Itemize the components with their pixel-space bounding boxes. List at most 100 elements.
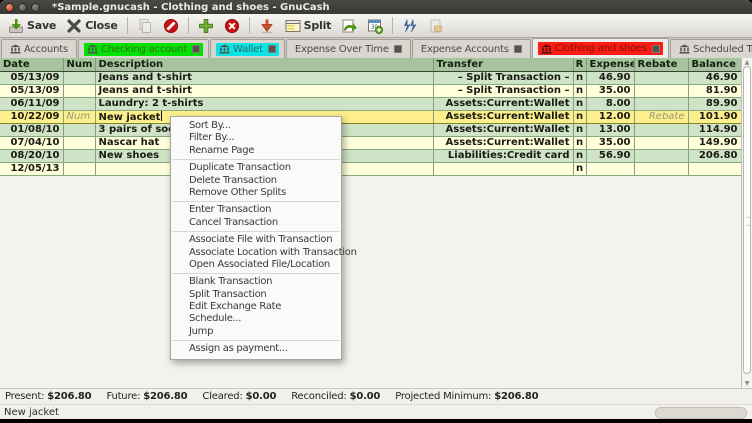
menu-item-associate-location[interactable]: Associate Location with Transaction [171, 247, 341, 259]
tab-label: Scheduled Transactions [693, 44, 752, 55]
vertical-scrollbar[interactable]: ▲ ▼ [741, 58, 752, 388]
tab-label: Wallet [233, 44, 263, 55]
menu-item-open-associated[interactable]: Open Associated File/Location [171, 259, 341, 271]
toolbar-separator [188, 17, 189, 34]
tab-close-icon[interactable] [652, 45, 660, 53]
menu-item-associate-file[interactable]: Associate File with Transaction [171, 234, 341, 246]
column-header-balance[interactable]: Balance [688, 58, 741, 71]
transaction-row[interactable]: 01/08/10 3 pairs of socks Assets:Current… [0, 123, 741, 136]
cancel-icon [163, 18, 179, 34]
column-header-num[interactable]: Num [63, 58, 95, 71]
bank-icon [10, 44, 21, 54]
menu-item-rename-page[interactable]: Rename Page [171, 145, 341, 157]
transfer-button[interactable] [337, 15, 361, 36]
schedule-icon: 30 [367, 18, 383, 34]
duplicate-icon [137, 18, 153, 34]
schedule-button[interactable]: 30 [363, 15, 387, 36]
toolbar: Save Close Split 30 [0, 14, 752, 38]
tab-close-icon[interactable] [268, 45, 276, 53]
summary-bar: Present: $206.80 Future: $206.80 Cleared… [0, 388, 752, 404]
transaction-row-selected[interactable]: 10/22/09 Num New jacket Assets:Current:W… [0, 110, 741, 123]
close-label: Close [85, 19, 117, 32]
window-close-button[interactable] [5, 3, 14, 12]
duplicate-transaction-button[interactable] [133, 15, 157, 36]
cancel-transaction-button[interactable] [159, 15, 183, 36]
register-header-row: Date Num Description Transfer R Expense … [0, 58, 741, 71]
num-field[interactable]: Num [63, 110, 95, 123]
tab-clothing-and-shoes[interactable]: Clothing and shoes [532, 38, 669, 58]
column-header-date[interactable]: Date [0, 58, 63, 71]
scrollbar-thumb[interactable] [743, 66, 751, 374]
assign-as-payment-button[interactable] [424, 15, 448, 36]
summary-present: Present: $206.80 [5, 391, 91, 402]
rebate-field[interactable]: Rebate [634, 110, 688, 123]
tab-label: Expense Over Time [295, 44, 389, 55]
menu-separator [172, 340, 340, 341]
jump-button[interactable] [398, 15, 422, 36]
split-button[interactable]: Split [281, 15, 336, 36]
menu-item-delete-transaction[interactable]: Delete Transaction [171, 175, 341, 187]
save-button[interactable]: Save [4, 15, 60, 36]
tab-bar: Accounts Checking account Wallet Expense… [0, 38, 752, 58]
close-register-button[interactable]: Close [62, 15, 121, 36]
menu-item-remove-other-splits[interactable]: Remove Other Splits [171, 187, 341, 199]
transaction-register: Date Num Description Transfer R Expense … [0, 58, 741, 176]
scroll-up-icon[interactable]: ▲ [742, 59, 752, 66]
transfer-icon [341, 18, 357, 34]
add-icon [198, 18, 214, 34]
column-header-transfer[interactable]: Transfer [433, 58, 573, 71]
transaction-row[interactable]: 05/13/09 Jeans and t-shirt – Split Trans… [0, 71, 741, 84]
transaction-row[interactable]: 05/13/09 Jeans and t-shirt – Split Trans… [0, 84, 741, 97]
toolbar-separator [249, 17, 250, 34]
menu-item-filter-by[interactable]: Filter By... [171, 132, 341, 144]
menu-item-edit-exchange-rate[interactable]: Edit Exchange Rate [171, 301, 341, 313]
tab-close-icon[interactable] [514, 45, 522, 53]
column-header-rebate[interactable]: Rebate [634, 58, 688, 71]
menu-item-jump[interactable]: Jump [171, 326, 341, 338]
delete-transaction-button[interactable] [220, 15, 244, 36]
menu-item-schedule[interactable]: Schedule... [171, 313, 341, 325]
transaction-row[interactable]: 06/11/09 Laundry: 2 t-shirts Assets:Curr… [0, 97, 741, 110]
bank-icon [219, 44, 230, 54]
tab-close-icon[interactable] [192, 45, 200, 53]
tab-scheduled-transactions[interactable]: Scheduled Transactions [670, 39, 752, 58]
tab-wallet[interactable]: Wallet [210, 39, 285, 58]
tab-accounts[interactable]: Accounts [1, 39, 77, 58]
delete-icon [224, 18, 240, 34]
menu-item-split-transaction[interactable]: Split Transaction [171, 289, 341, 301]
transaction-row[interactable]: 08/20/10 New shoes Liabilities:Credit ca… [0, 149, 741, 162]
tab-expense-over-time[interactable]: Expense Over Time [286, 39, 411, 58]
titlebar: *Sample.gnucash - Clothing and shoes - G… [0, 0, 752, 14]
transaction-row[interactable]: 07/04/10 Nascar hat Assets:Current:Walle… [0, 136, 741, 149]
enter-transaction-button[interactable] [194, 15, 218, 36]
save-label: Save [27, 19, 56, 32]
column-header-reconcile[interactable]: R [573, 58, 586, 71]
column-header-expense[interactable]: Expense [586, 58, 634, 71]
tab-checking-account[interactable]: Checking account [78, 39, 209, 58]
menu-item-blank-transaction[interactable]: Blank Transaction [171, 276, 341, 288]
menu-item-enter-transaction[interactable]: Enter Transaction [171, 204, 341, 216]
column-header-description[interactable]: Description [95, 58, 433, 71]
register-context-menu: Sort By... Filter By... Rename Page Dupl… [170, 116, 342, 360]
menu-item-duplicate-transaction[interactable]: Duplicate Transaction [171, 162, 341, 174]
bank-icon [87, 44, 98, 54]
toolbar-separator [127, 17, 128, 34]
window-minimize-button[interactable] [18, 3, 27, 12]
menu-separator [172, 159, 340, 160]
menu-item-assign-as-payment[interactable]: Assign as payment... [171, 343, 341, 355]
save-icon [8, 18, 24, 34]
tab-close-icon[interactable] [394, 45, 402, 53]
goto-blank-icon [259, 18, 275, 34]
status-text: New jacket [0, 407, 59, 418]
split-label: Split [304, 19, 332, 32]
gnucash-window: *Sample.gnucash - Clothing and shoes - G… [0, 0, 752, 423]
bank-icon [541, 44, 552, 54]
scroll-down-icon[interactable]: ▼ [742, 380, 752, 387]
menu-item-cancel-transaction[interactable]: Cancel Transaction [171, 217, 341, 229]
window-maximize-button[interactable] [31, 3, 40, 12]
status-bar: New jacket [0, 404, 752, 419]
tab-expense-accounts[interactable]: Expense Accounts [412, 39, 531, 58]
blank-transaction-button[interactable] [255, 15, 279, 36]
menu-item-sort-by[interactable]: Sort By... [171, 120, 341, 132]
transaction-row-blank[interactable]: 12/05/13 n [0, 162, 741, 175]
